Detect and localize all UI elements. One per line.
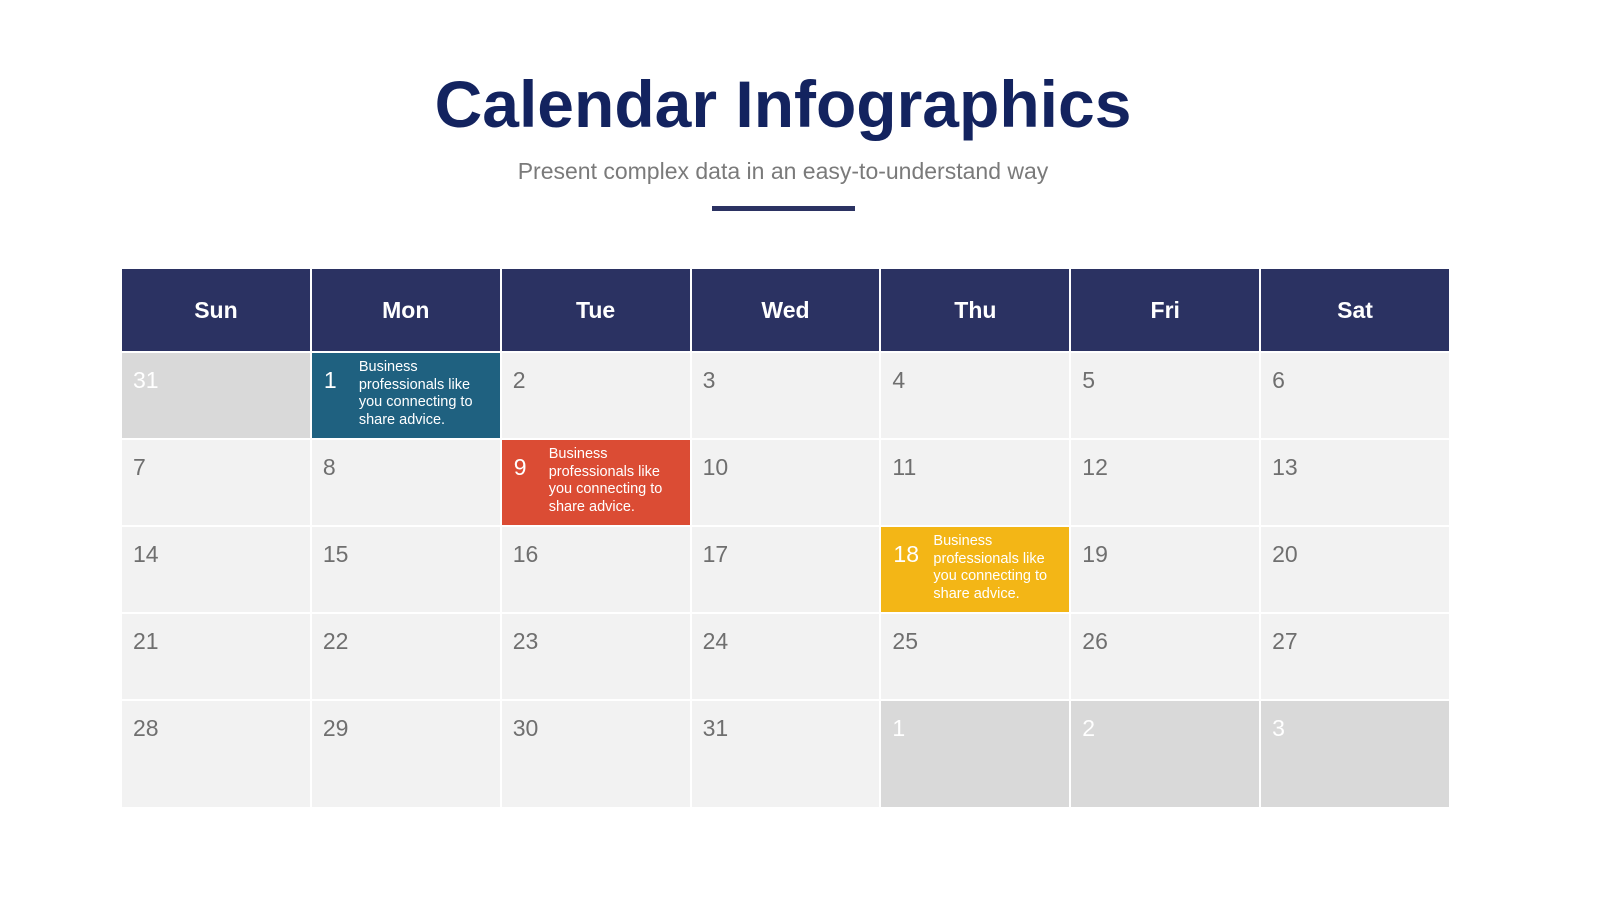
calendar-day[interactable]: 5 <box>1071 353 1260 438</box>
calendar-day-event[interactable]: 1 Business professionals like you connect… <box>311 353 500 438</box>
calendar-day[interactable]: 19 <box>1071 527 1260 612</box>
calendar-grid: Sun Mon Tue Wed Thu Fri Sat 31 1 Business profess… <box>122 269 1449 807</box>
weekday-header-fri: Fri <box>1071 269 1260 351</box>
event-note: Business professionals like you connecti… <box>933 533 1048 602</box>
calendar-day[interactable]: 11 <box>881 440 1070 525</box>
page-subtitle: Present complex data in an easy-to-under… <box>517 158 1049 184</box>
calendar-day[interactable]: 27 <box>1261 614 1449 699</box>
day-number: 7 <box>133 454 146 480</box>
calendar-day-other-month[interactable]: 3 <box>1261 701 1449 807</box>
day-number: 4 <box>892 367 906 393</box>
weekday-header-tue: Tue <box>501 269 690 351</box>
weekday-header-mon: Mon <box>311 269 500 351</box>
calendar-day-other-month[interactable]: 2 <box>1071 701 1260 807</box>
day-number: 8 <box>322 454 336 480</box>
day-number: 12 <box>1082 454 1108 480</box>
day-number: 27 <box>1272 628 1298 654</box>
day-number: 18 <box>893 541 920 567</box>
calendar-day[interactable]: 10 <box>691 440 880 525</box>
day-number: 14 <box>133 541 159 567</box>
day-number: 22 <box>322 628 349 654</box>
day-number: 11 <box>892 454 917 480</box>
day-number: 23 <box>512 628 539 654</box>
event-note: Business professionals like you connecti… <box>548 446 663 515</box>
calendar-day[interactable]: 7 <box>122 440 310 525</box>
day-number: 2 <box>512 367 526 393</box>
day-number: 29 <box>322 715 349 741</box>
calendar-day[interactable]: 4 <box>881 353 1070 438</box>
calendar-day[interactable]: 20 <box>1261 527 1449 612</box>
day-number: 6 <box>1272 367 1285 393</box>
calendar-day[interactable]: 30 <box>501 701 690 807</box>
day-number: 24 <box>702 628 729 654</box>
day-number: 9 <box>513 454 527 480</box>
weekday-header-wed: Wed <box>691 269 880 351</box>
day-number: 3 <box>702 367 716 393</box>
calendar-day-event[interactable]: 18 Business professionals like you connec… <box>881 527 1070 612</box>
calendar-day[interactable]: 29 <box>311 701 500 807</box>
calendar-day[interactable]: 2 <box>501 353 690 438</box>
calendar-day[interactable]: 16 <box>501 527 690 612</box>
day-number: 15 <box>322 541 349 567</box>
day-number: 25 <box>892 628 919 654</box>
calendar-day-other-month[interactable]: 1 <box>881 701 1070 807</box>
weekday-header-sat: Sat <box>1261 269 1449 351</box>
calendar-day[interactable]: 3 <box>691 353 880 438</box>
day-number: 13 <box>1272 454 1298 480</box>
calendar-day[interactable]: 15 <box>311 527 500 612</box>
day-number: 28 <box>133 715 159 741</box>
day-number: 31 <box>702 715 729 741</box>
event-note: Business professionals like you connecti… <box>358 359 473 428</box>
day-number: 31 <box>133 367 159 393</box>
calendar-day[interactable]: 31 <box>691 701 880 807</box>
weekday-header-sun: Sun <box>122 269 310 351</box>
day-number: 10 <box>702 454 729 480</box>
day-number: 21 <box>133 628 159 654</box>
calendar-day[interactable]: 26 <box>1071 614 1260 699</box>
day-number: 1 <box>892 715 906 741</box>
calendar-day[interactable]: 6 <box>1261 353 1449 438</box>
day-number: 20 <box>1272 541 1298 567</box>
day-number: 19 <box>1082 541 1108 567</box>
day-number: 3 <box>1272 715 1285 741</box>
calendar-day[interactable]: 17 <box>691 527 880 612</box>
day-number: 30 <box>512 715 539 741</box>
calendar-day[interactable]: 22 <box>311 614 500 699</box>
calendar-day[interactable]: 24 <box>691 614 880 699</box>
calendar-day[interactable]: 14 <box>122 527 310 612</box>
day-number: 16 <box>512 541 539 567</box>
day-number: 17 <box>702 541 729 567</box>
day-number: 1 <box>323 367 337 393</box>
calendar-day[interactable]: 12 <box>1071 440 1260 525</box>
weekday-header-thu: Thu <box>881 269 1070 351</box>
calendar-day[interactable]: 13 <box>1261 440 1449 525</box>
calendar-day-event[interactable]: 9 Business professionals like you connect… <box>501 440 690 525</box>
day-number: 5 <box>1082 367 1096 393</box>
calendar-day[interactable]: 25 <box>881 614 1070 699</box>
calendar-day-other-month[interactable]: 31 <box>122 353 310 438</box>
day-number: 26 <box>1082 628 1108 654</box>
calendar-day[interactable]: 21 <box>122 614 310 699</box>
page-title: Calendar Infographics <box>434 67 1132 141</box>
title-divider <box>712 206 855 211</box>
day-number: 2 <box>1082 715 1096 741</box>
calendar-day[interactable]: 8 <box>311 440 500 525</box>
calendar-day[interactable]: 23 <box>501 614 690 699</box>
calendar-day[interactable]: 28 <box>122 701 310 807</box>
